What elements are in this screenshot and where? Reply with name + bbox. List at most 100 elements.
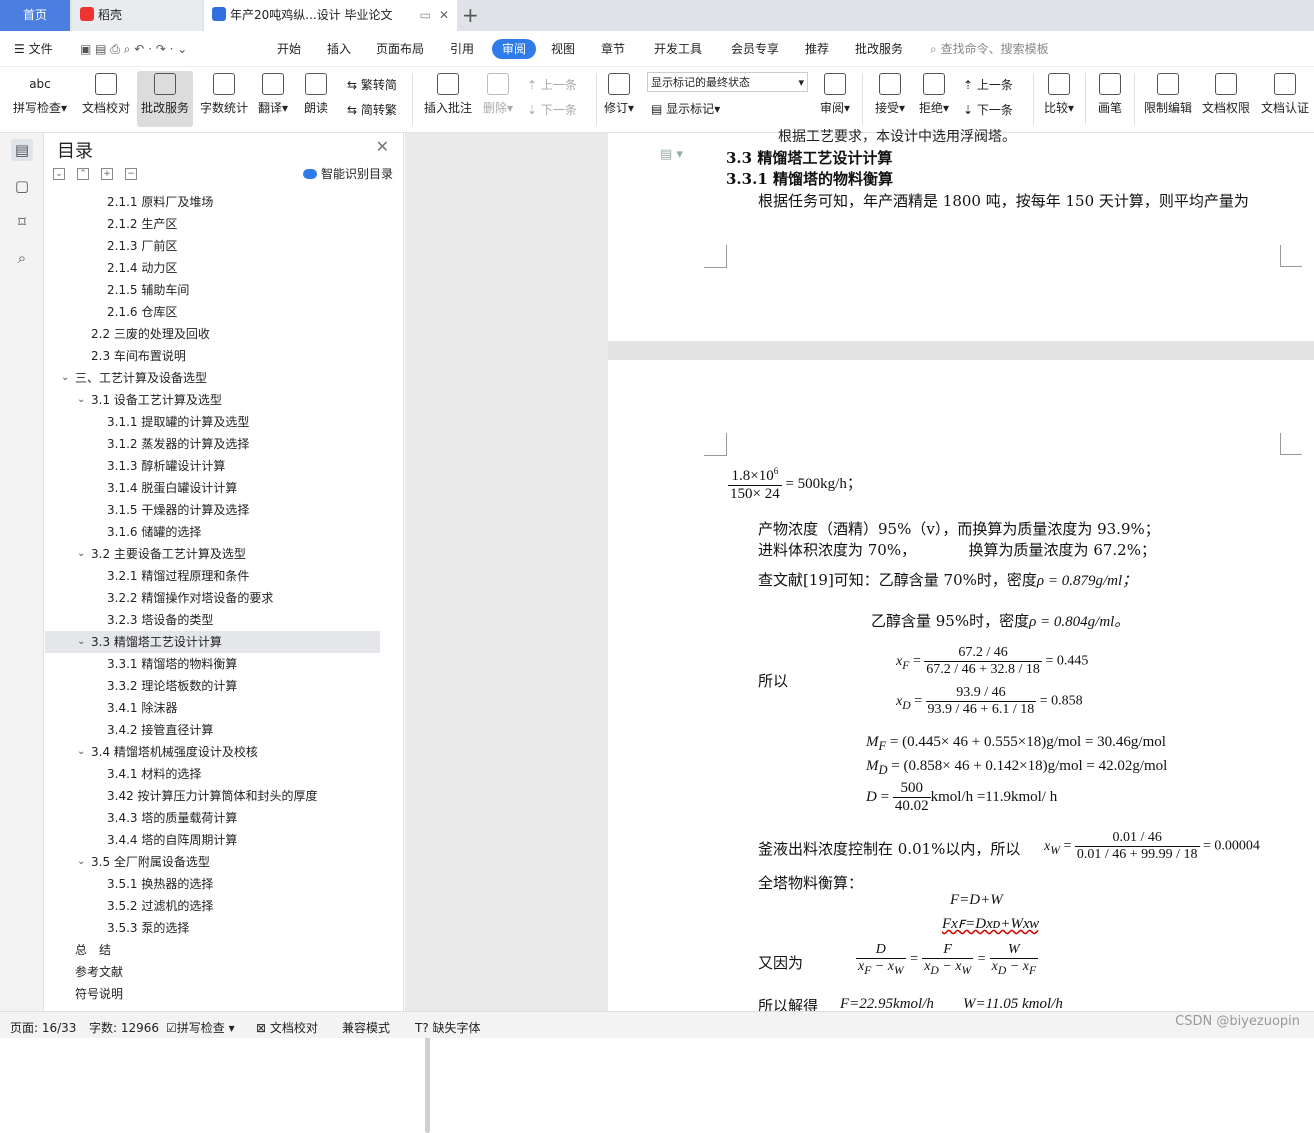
toc-item[interactable]: 2.1.4 动力区: [45, 257, 380, 279]
remove-heading-icon[interactable]: −: [125, 168, 137, 180]
toc-item[interactable]: 2.1.2 生产区: [45, 213, 380, 235]
word-count[interactable]: 字数: 12966: [89, 1019, 159, 1036]
toc-item[interactable]: 2.2 三废的处理及回收: [45, 323, 380, 345]
trad-to-simp-button[interactable]: ⇆ 繁转简: [347, 75, 397, 95]
page-doc-icon[interactable]: ▤ ▾: [660, 147, 683, 162]
menu-chapter[interactable]: 章节: [601, 39, 625, 59]
read-aloud-button[interactable]: 朗读: [298, 71, 334, 127]
prev-change-button[interactable]: ⇡ 上一条: [963, 75, 1013, 95]
toc-item[interactable]: 3.2.2 精馏操作对塔设备的要求: [45, 587, 380, 609]
toc-item[interactable]: 3.5.3 泵的选择: [45, 917, 380, 939]
new-tab-icon[interactable]: +: [462, 3, 479, 27]
smart-toc-button[interactable]: 智能识别目录: [302, 165, 393, 182]
page-indicator[interactable]: 页面: 16/33: [10, 1019, 76, 1036]
review-service-button[interactable]: 批改服务: [137, 71, 193, 127]
word-count-button[interactable]: 字数统计: [197, 71, 251, 127]
expand-icon[interactable]: ⌃: [77, 168, 89, 180]
tab-document[interactable]: 年产20吨鸡纵...设计 毕业论文 ▭ ✕: [204, 0, 457, 31]
menu-member[interactable]: 会员专享: [731, 39, 779, 59]
toc-item[interactable]: 3.5.1 换热器的选择: [45, 873, 380, 895]
toc-item[interactable]: 3.4.1 除沫器: [45, 697, 380, 719]
file-menu[interactable]: ☰ 文件: [14, 39, 53, 59]
navigation-icon[interactable]: ▢: [11, 175, 33, 197]
menu-recommend[interactable]: 推荐: [805, 39, 829, 59]
tab-daoke[interactable]: 稻壳: [72, 0, 202, 31]
toc-item[interactable]: 2.3 车间布置说明: [45, 345, 380, 367]
toc-item[interactable]: 3.1.5 干燥器的计算及选择: [45, 499, 380, 521]
menu-reference[interactable]: 引用: [450, 39, 474, 59]
spell-check-status[interactable]: ☑拼写检查 ▾: [166, 1019, 235, 1036]
simp-to-trad-button[interactable]: ⇆ 简转繁: [347, 100, 397, 120]
search-icon[interactable]: ⌕: [11, 247, 33, 269]
insert-comment-button[interactable]: 插入批注: [420, 71, 476, 127]
toc-item[interactable]: 3.42 按计算压力计算筒体和封头的厚度: [45, 785, 380, 807]
doc-permission-button[interactable]: 文档权限: [1198, 71, 1254, 127]
collapse-all-icon[interactable]: ⌄: [53, 168, 65, 180]
bookmark-icon[interactable]: ⌑: [11, 211, 33, 233]
markup-state-select[interactable]: 显示标记的最终状态 ▾: [647, 72, 808, 92]
toc-item[interactable]: 2.1.3 厂前区: [45, 235, 380, 257]
show-markup-button[interactable]: ▤ 显示标记▾: [651, 99, 720, 119]
menu-review[interactable]: 审阅: [492, 39, 537, 59]
chevron-down-icon[interactable]: ⌄: [77, 389, 85, 411]
toc-item[interactable]: ⌄ 3.4 精馏塔机械强度设计及校核: [45, 741, 380, 763]
toc-item[interactable]: 2.1.1 原料厂及堆场: [45, 191, 380, 213]
toc-item[interactable]: 参考文献: [45, 961, 380, 983]
doc-certify-button[interactable]: 文档认证: [1257, 71, 1313, 127]
menu-layout[interactable]: 页面布局: [376, 39, 424, 59]
tab-home[interactable]: 首页: [0, 0, 70, 31]
chevron-down-icon[interactable]: ⌄: [77, 631, 85, 653]
menu-view[interactable]: 视图: [551, 39, 575, 59]
toc-item[interactable]: ⌄ 3.1 设备工艺计算及选型: [45, 389, 380, 411]
delete-comment-button[interactable]: 删除▾: [480, 71, 516, 127]
review-pane-button[interactable]: 审阅▾: [815, 71, 855, 127]
spell-check-button[interactable]: abc 拼写检查▾: [8, 71, 72, 127]
toc-item[interactable]: 3.1.6 储罐的选择: [45, 521, 380, 543]
chevron-down-icon[interactable]: ⌄: [77, 741, 85, 763]
toc-item[interactable]: ⌄ 3.5 全厂附属设备选型: [45, 851, 380, 873]
menu-start[interactable]: 开始: [277, 39, 301, 59]
toc-item[interactable]: 2.1.5 辅助车间: [45, 279, 380, 301]
toc-item[interactable]: 3.1.3 醇析罐设计计算: [45, 455, 380, 477]
toc-item[interactable]: 符号说明: [45, 983, 380, 1005]
prev-comment-button[interactable]: ⇡ 上一条: [527, 75, 577, 95]
toc-item[interactable]: 3.2.1 精馏过程原理和条件: [45, 565, 380, 587]
proofread-button[interactable]: 文档校对: [78, 71, 134, 127]
quick-access-icons[interactable]: ▣ ▤ ⎙ ⌕ ↶ · ↷ · ⌄: [80, 39, 187, 59]
chevron-down-icon[interactable]: ⌄: [61, 367, 69, 389]
menu-devtools[interactable]: 开发工具: [654, 39, 702, 59]
toc-icon[interactable]: ▤: [11, 139, 33, 161]
track-changes-button[interactable]: 修订▾: [600, 71, 638, 127]
next-change-button[interactable]: ⇣ 下一条: [963, 100, 1013, 120]
toc-item[interactable]: ⌄ 三、工艺计算及设备选型: [45, 367, 380, 389]
toc-item[interactable]: 3.3.1 精馏塔的物料衡算: [45, 653, 380, 675]
toc-item[interactable]: 2.1.6 仓库区: [45, 301, 380, 323]
toc-item[interactable]: 3.1.2 蒸发器的计算及选择: [45, 433, 380, 455]
pen-button[interactable]: 画笔: [1092, 71, 1128, 127]
menu-correction[interactable]: 批改服务: [855, 39, 903, 59]
monitor-icon[interactable]: ▭: [420, 0, 431, 31]
toc-item[interactable]: 3.3.2 理论塔板数的计算: [45, 675, 380, 697]
toc-item[interactable]: 总 结: [45, 939, 380, 961]
missing-font-status[interactable]: T? 缺失字体: [415, 1019, 481, 1036]
compare-button[interactable]: 比较▾: [1038, 71, 1080, 127]
restrict-edit-button[interactable]: 限制编辑: [1140, 71, 1196, 127]
menu-insert[interactable]: 插入: [327, 39, 351, 59]
close-tab-icon[interactable]: ✕: [439, 0, 449, 31]
toc-item[interactable]: 3.5.2 过滤机的选择: [45, 895, 380, 917]
toc-item[interactable]: 3.1.1 提取罐的计算及选型: [45, 411, 380, 433]
close-icon[interactable]: ✕: [376, 137, 389, 156]
command-search[interactable]: ⌕ 查找命令、搜索模板: [930, 39, 1049, 59]
translate-button[interactable]: 翻译▾: [255, 71, 291, 127]
toc-item[interactable]: ⌄ 3.3 精馏塔工艺设计计算: [45, 631, 380, 653]
toc-item[interactable]: ⌄ 3.2 主要设备工艺计算及选型: [45, 543, 380, 565]
chevron-down-icon[interactable]: ⌄: [77, 851, 85, 873]
toc-item[interactable]: 3.4.4 塔的自阵周期计算: [45, 829, 380, 851]
toc-item[interactable]: 3.1.4 脱蛋白罐设计计算: [45, 477, 380, 499]
proofread-status[interactable]: ⊠ 文档校对: [256, 1019, 318, 1036]
toc-item[interactable]: 3.2.3 塔设备的类型: [45, 609, 380, 631]
reject-button[interactable]: 拒绝▾: [914, 71, 954, 127]
toc-item[interactable]: 3.4.2 接管直径计算: [45, 719, 380, 741]
next-comment-button[interactable]: ⇣ 下一条: [527, 100, 577, 120]
chevron-down-icon[interactable]: ⌄: [77, 543, 85, 565]
